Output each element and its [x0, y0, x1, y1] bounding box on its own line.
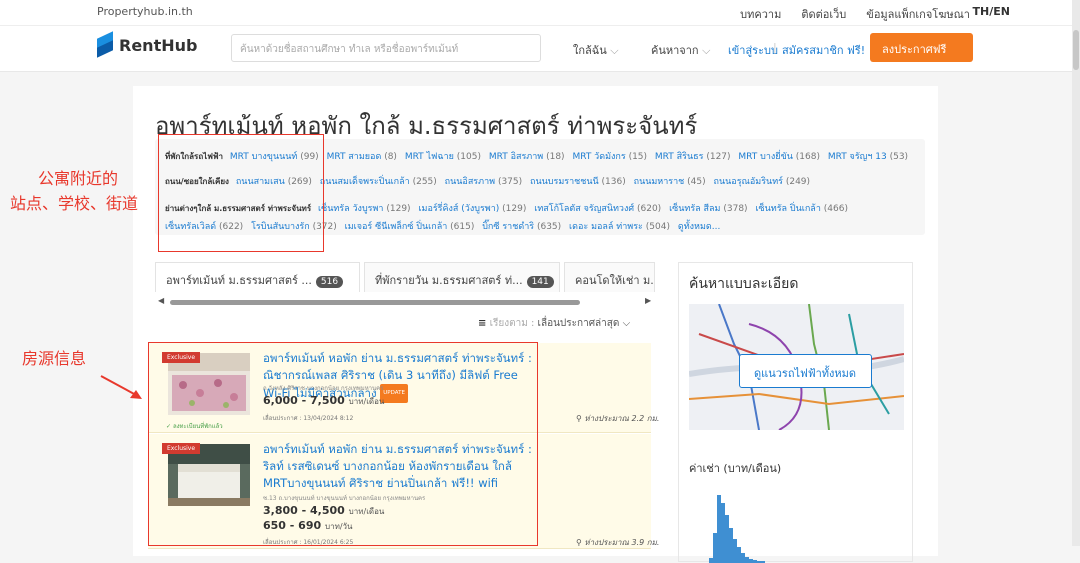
register-link[interactable]: สมัครสมาชิก ฟรี! [782, 41, 865, 59]
search-from-dropdown[interactable]: ค้นหาจาก ⌵ [651, 41, 710, 59]
renthub-logo-icon [97, 31, 113, 58]
nav-divider: | [773, 41, 777, 54]
tabs-scrollbar[interactable]: ◀ ▶ [155, 296, 655, 306]
listing-annotation-box [148, 342, 538, 546]
page-scrollbar[interactable] [1072, 0, 1080, 546]
brand-logo[interactable]: RentHub [97, 31, 198, 58]
tag-item[interactable]: เซ็นทรัล สีลม (378) [669, 204, 748, 214]
tag-item[interactable]: ถนนอิสรภาพ (375) [445, 177, 522, 187]
tag-item[interactable]: MRT วัดมังกร (15) [572, 152, 647, 162]
tag-item[interactable]: ถนนบรมราชชนนี (136) [530, 177, 626, 187]
annotation-arrow-icon [100, 375, 142, 399]
listing-note: 房源信息 [22, 349, 87, 368]
tag-item[interactable]: เมเจอร์ ซีนีเพล็กซ์ ปิ่นเกล้า (615) [345, 222, 475, 232]
tab-condo[interactable]: คอนโดให้เช่า ม. [564, 262, 655, 292]
location-pin-icon: ⚲ [576, 414, 582, 423]
tag-item[interactable]: เมอร์รี่คิงส์ (วังบูรพา) (129) [418, 204, 526, 214]
tab-count-badge: 141 [526, 276, 554, 288]
search-from-label: ค้นหาจาก [651, 44, 699, 57]
tag-item[interactable]: เซ็นทรัล ปิ่นเกล้า (466) [755, 204, 848, 214]
view-all-train-lines-button[interactable]: ดูแนวรถไฟฟ้าทั้งหมด [739, 354, 872, 388]
scroll-left-icon[interactable]: ◀ [158, 296, 164, 305]
see-all-link[interactable]: ดูทั้งหมด... [678, 222, 720, 232]
scroll-right-icon[interactable]: ▶ [645, 296, 651, 305]
near-me-label: ใกล้ฉัน [573, 44, 607, 57]
tags-note-line2: 站点、学校、街道 [10, 194, 139, 213]
nav-bar: RentHub ค้นหาด้วยชื่อสถานศึกษา ทำเล หรือ… [0, 26, 1080, 72]
top-link-contact[interactable]: ติดต่อเว็บ [801, 5, 846, 23]
chevron-down-icon: ⌵ [702, 44, 711, 57]
tab-apartment[interactable]: อพาร์ทเม้นท์ ม.ธรรมศาสตร์ ... 516 [155, 262, 360, 292]
tag-item[interactable]: ถนนสมเด็จพระปิ่นเกล้า (255) [320, 177, 437, 187]
tags-annotation-box [158, 134, 324, 252]
listing-tabs: อพาร์ทเม้นท์ ม.ธรรมศาสตร์ ... 516 ที่พักร… [155, 262, 655, 292]
sort-value: เลื่อนประกาศล่าสุด [537, 318, 620, 329]
chevron-down-icon: ⌵ [622, 318, 631, 329]
top-link-ad-packages[interactable]: ข้อมูลแพ็กเกจโฆษณา [866, 5, 970, 23]
top-links: บทความ ติดต่อเว็บ ข้อมูลแพ็กเกจโฆษณา [740, 5, 970, 23]
login-link[interactable]: เข้าสู่ระบบ [728, 41, 778, 59]
tag-item[interactable]: MRT ไฟฉาย (105) [405, 152, 481, 162]
tab-label: คอนโดให้เช่า ม. [575, 274, 654, 287]
tag-item[interactable]: MRT สามยอด (8) [327, 152, 397, 162]
listing-distance: ⚲ ห่างประมาณ 3.9 กม. [576, 538, 660, 547]
train-map[interactable]: ดูแนวรถไฟฟ้าทั้งหมด [689, 304, 904, 430]
chevron-down-icon: ⌵ [888, 58, 897, 71]
sort-icon: ≡ [478, 318, 487, 329]
listing-distance: ⚲ ห่างประมาณ 2.2 กม. [576, 414, 660, 423]
near-me-dropdown[interactable]: ใกล้ฉัน ⌵ [573, 41, 619, 59]
tag-item[interactable]: MRT บางยี่ขัน (168) [738, 152, 820, 162]
tag-item[interactable]: MRT จรัญฯ 13 (53) [828, 152, 908, 162]
tag-item[interactable]: เทสโก้โลตัส จรัญสนิทวงศ์ (620) [534, 204, 661, 214]
top-link-articles[interactable]: บทความ [740, 5, 781, 23]
tab-label: อพาร์ทเม้นท์ ม.ธรรมศาสตร์ ... [166, 274, 312, 287]
post-listing-button[interactable]: ลงประกาศฟรี ⌵ [870, 33, 973, 71]
tags-note-line1: 公寓附近的 [38, 169, 119, 188]
exclusive-badge: Exclusive [162, 443, 201, 454]
tab-daily[interactable]: ที่พักรายวัน ม.ธรรมศาสตร์ ท่... 141 [364, 262, 560, 292]
tag-item[interactable]: เซ็นทรัล วังบูรพา (129) [318, 204, 411, 214]
tag-item[interactable]: MRT อิสรภาพ (18) [489, 152, 565, 162]
sort-dropdown[interactable]: ≡ เรียงตาม : เลื่อนประกาศล่าสุด ⌵ [478, 316, 630, 331]
tag-item[interactable]: บิ๊กซี ราชดำริ (635) [482, 222, 561, 232]
tag-item[interactable]: MRT สิรินธร (127) [655, 152, 731, 162]
advanced-search-panel: ค้นหาแบบละเอียด ดูแนวรถไฟฟ้าทั้งหมด ค่าเ… [678, 262, 913, 563]
search-input[interactable]: ค้นหาด้วยชื่อสถานศึกษา ทำเล หรือชื่ออพาร… [231, 34, 541, 62]
price-histogram[interactable] [689, 473, 904, 563]
brand-name: RentHub [119, 35, 198, 55]
top-bar: Propertyhub.in.th บทความ ติดต่อเว็บ ข้อม… [0, 0, 1080, 26]
tabs-scrollbar-thumb[interactable] [170, 300, 580, 305]
sort-label: เรียงตาม : [489, 318, 535, 329]
language-switch[interactable]: TH/EN [973, 5, 1010, 18]
tab-count-badge: 516 [315, 276, 344, 288]
tag-item[interactable]: เดอะ มอลล์ ท่าพระ (504) [569, 222, 670, 232]
tab-label: ที่พักรายวัน ม.ธรรมศาสตร์ ท่... [375, 274, 523, 287]
scrollbar-thumb[interactable] [1073, 30, 1079, 70]
chevron-down-icon: ⌵ [610, 44, 619, 57]
site-domain[interactable]: Propertyhub.in.th [97, 5, 193, 18]
exclusive-badge: Exclusive [162, 352, 201, 363]
advanced-search-heading: ค้นหาแบบละเอียด [689, 276, 799, 292]
tag-item[interactable]: ถนนอรุณอัมรินทร์ (249) [714, 177, 811, 187]
post-listing-label: ลงประกาศฟรี [882, 43, 947, 56]
tag-item[interactable]: ถนนมหาราช (45) [634, 177, 706, 187]
